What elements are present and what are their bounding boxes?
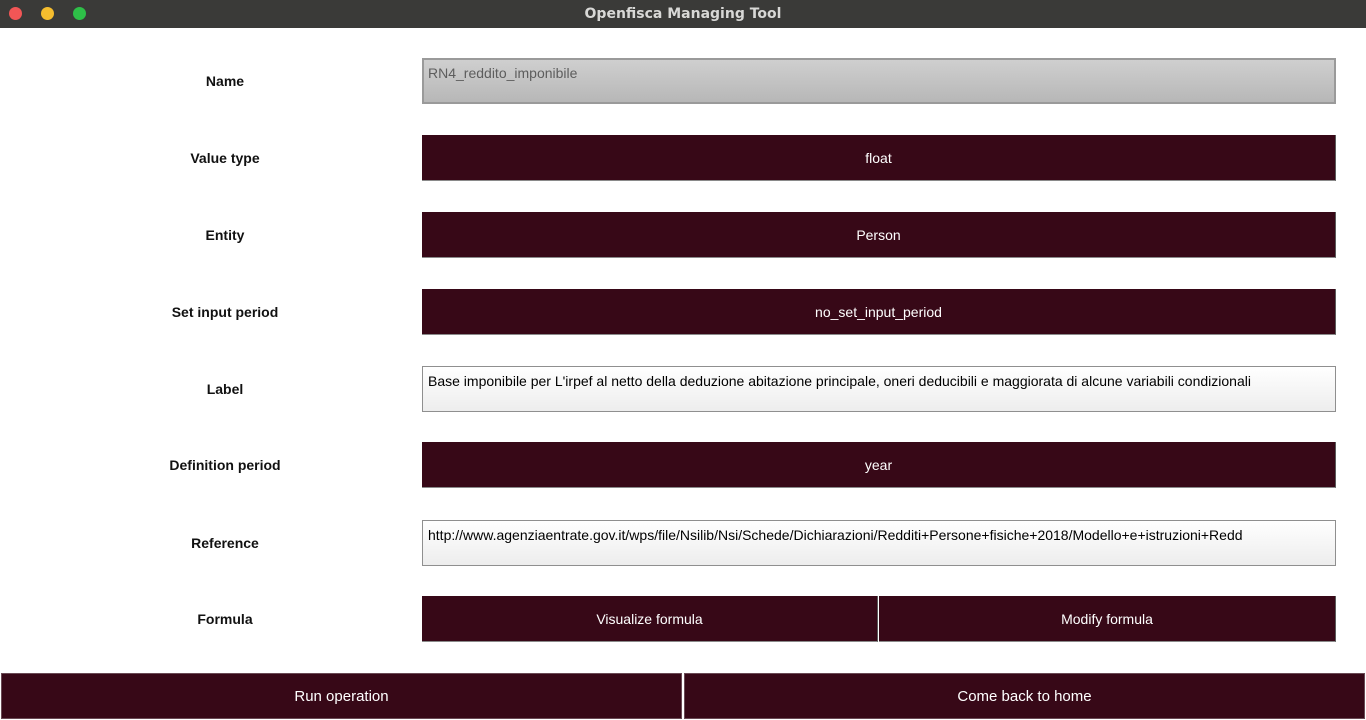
label-field[interactable]: Base imponibile per L'irpef al netto del…: [422, 366, 1336, 412]
entity-label: Entity: [205, 227, 245, 243]
reference-field[interactable]: http://www.agenziaentrate.gov.it/wps/fil…: [422, 520, 1336, 566]
set-input-period-dropdown[interactable]: no_set_input_period: [422, 289, 1336, 335]
value-type-dropdown[interactable]: float: [422, 135, 1336, 181]
window-titlebar: Openfisca Managing Tool: [0, 0, 1366, 28]
name-label: Name: [205, 73, 245, 89]
set-input-period-row: Set input period no_set_input_period: [0, 289, 1366, 335]
definition-period-label: Definition period: [169, 457, 281, 473]
name-field[interactable]: RN4_reddito_imponibile: [422, 58, 1336, 104]
visualize-formula-button[interactable]: Visualize formula: [422, 596, 878, 642]
run-operation-button[interactable]: Run operation: [1, 673, 682, 719]
label-label: Label: [206, 381, 244, 397]
definition-period-row: Definition period year: [0, 442, 1366, 488]
formula-row: Formula Visualize formula Modify formula: [0, 596, 1366, 642]
window-title: Openfisca Managing Tool: [584, 6, 782, 22]
name-row: Name RN4_reddito_imponibile: [0, 58, 1366, 104]
label-row: Label Base imponibile per L'irpef al net…: [0, 366, 1366, 412]
set-input-period-label: Set input period: [171, 304, 279, 320]
reference-row: Reference http://www.agenziaentrate.gov.…: [0, 520, 1366, 566]
value-type-row: Value type float: [0, 135, 1366, 181]
modify-formula-button[interactable]: Modify formula: [879, 596, 1336, 642]
formula-label: Formula: [197, 611, 253, 627]
definition-period-dropdown[interactable]: year: [422, 442, 1336, 488]
reference-label: Reference: [191, 535, 259, 551]
entity-dropdown[interactable]: Person: [422, 212, 1336, 258]
come-back-home-button[interactable]: Come back to home: [684, 673, 1365, 719]
value-type-label: Value type: [190, 150, 260, 166]
entity-row: Entity Person: [0, 212, 1366, 258]
